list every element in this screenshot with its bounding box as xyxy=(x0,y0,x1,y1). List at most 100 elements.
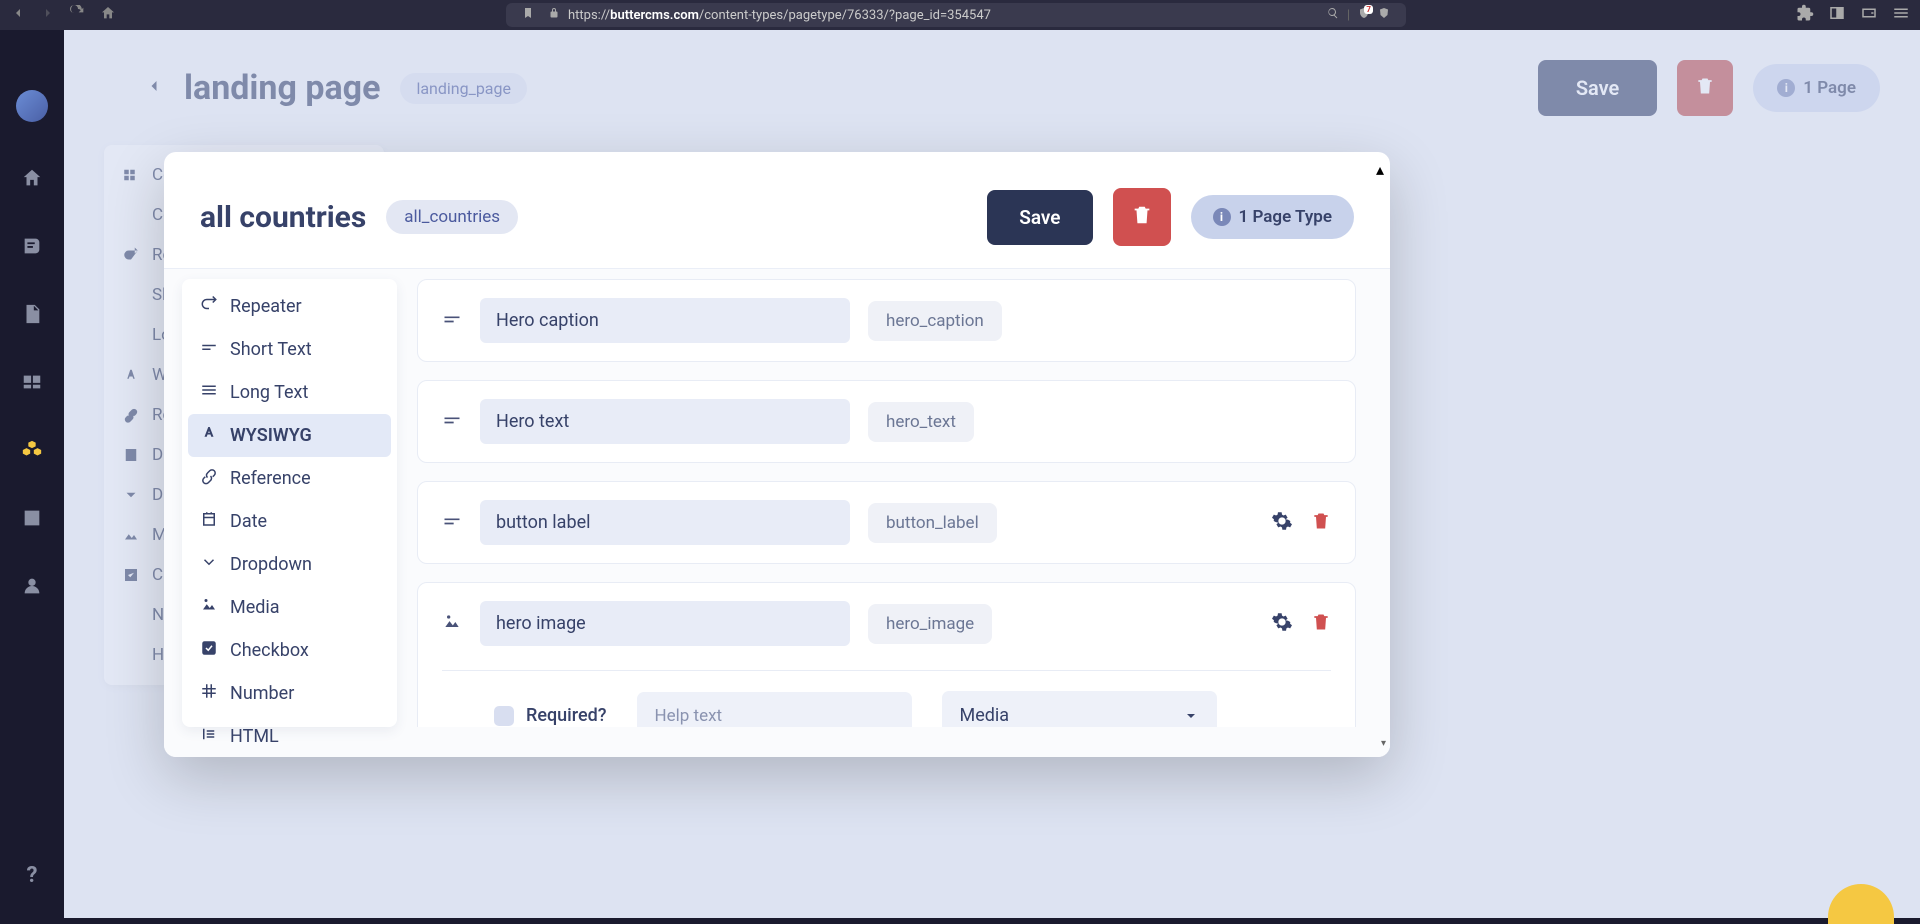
extensions-icon[interactable] xyxy=(1796,4,1814,26)
chevron-down-icon xyxy=(1183,708,1199,724)
nav-media-icon[interactable] xyxy=(20,506,44,530)
field-type-number[interactable]: Number xyxy=(188,672,391,715)
field-type-label: Repeater xyxy=(230,296,302,317)
media-icon xyxy=(200,596,218,619)
save-button[interactable]: Save xyxy=(987,190,1092,245)
field-row: hero_text xyxy=(442,399,1331,444)
field-type-select[interactable]: Media xyxy=(942,691,1217,727)
modal-title: all countries xyxy=(200,200,366,235)
short-icon[interactable] xyxy=(442,410,462,434)
field-settings: Required? Media xyxy=(442,670,1331,727)
delete-button[interactable] xyxy=(1113,188,1171,246)
forward-icon[interactable] xyxy=(40,5,56,25)
field-name-input[interactable] xyxy=(480,500,850,545)
field-type-html[interactable]: HTML xyxy=(188,715,391,757)
left-nav-rail: ? xyxy=(0,30,64,918)
avatar[interactable] xyxy=(16,90,48,122)
brave-shield-icon[interactable]: 7 xyxy=(1358,7,1370,23)
field-slug: button_label xyxy=(868,503,997,543)
trash-icon[interactable] xyxy=(1311,612,1331,636)
scroll-up-icon[interactable]: ▴ xyxy=(1376,160,1386,179)
field-type-label: Media xyxy=(230,597,280,618)
field-row: hero_image xyxy=(442,601,1331,646)
gear-icon[interactable] xyxy=(1271,611,1293,637)
wysiwyg-icon xyxy=(200,424,218,447)
field-type-date[interactable]: Date xyxy=(188,500,391,543)
wallet-icon[interactable] xyxy=(1860,4,1878,26)
brave-logo-icon[interactable] xyxy=(1378,7,1390,23)
short-icon[interactable] xyxy=(442,511,462,535)
field-name-input[interactable] xyxy=(480,601,850,646)
nav-content-types-icon[interactable] xyxy=(20,438,44,462)
short-icon[interactable] xyxy=(442,309,462,333)
repeat-icon xyxy=(200,295,218,318)
chevron-icon xyxy=(200,553,218,576)
field-type-long-text[interactable]: Long Text xyxy=(188,371,391,414)
field-type-label: Number xyxy=(230,683,294,704)
hash-icon xyxy=(200,682,218,705)
field-type-wysiwyg[interactable]: WYSIWYG xyxy=(188,414,391,457)
menu-icon[interactable] xyxy=(1892,4,1910,26)
field-type-label: Long Text xyxy=(230,382,308,403)
panel-icon[interactable] xyxy=(1828,4,1846,26)
fields-list: hero_caption hero_text button_label hero… xyxy=(417,279,1360,727)
field-types-panel: Repeater Short Text Long Text WYSIWYG Refere… xyxy=(182,279,397,727)
field-name-input[interactable] xyxy=(480,399,850,444)
zoom-icon[interactable] xyxy=(1327,7,1339,23)
link-icon xyxy=(200,467,218,490)
field-type-label: Checkbox xyxy=(230,640,309,661)
select-value: Media xyxy=(960,705,1010,726)
field-type-label: Short Text xyxy=(230,339,312,360)
required-toggle[interactable]: Required? xyxy=(494,705,607,726)
nav-pages-icon[interactable] xyxy=(20,302,44,326)
scroll-down-icon[interactable]: ▾ xyxy=(1381,738,1386,749)
url-bar[interactable]: https://buttercms.com/content-types/page… xyxy=(506,3,1406,27)
field-type-reference[interactable]: Reference xyxy=(188,457,391,500)
field-row: hero_caption xyxy=(442,298,1331,343)
browser-toolbar: https://buttercms.com/content-types/page… xyxy=(0,0,1920,30)
nav-home-icon[interactable] xyxy=(20,166,44,190)
field-card: hero_caption xyxy=(417,279,1356,362)
field-slug: hero_caption xyxy=(868,301,1002,341)
component-editor-modal: ▴ ▾ all countries all_countries Save i1 … xyxy=(164,152,1390,757)
long-icon xyxy=(200,381,218,404)
required-label: Required? xyxy=(526,705,607,726)
short-icon xyxy=(200,338,218,361)
field-slug: hero_image xyxy=(868,604,992,644)
field-card: button_label xyxy=(417,481,1356,564)
modal-slug: all_countries xyxy=(386,200,518,234)
field-type-checkbox[interactable]: Checkbox xyxy=(188,629,391,672)
page-type-count-badge[interactable]: i1 Page Type xyxy=(1191,195,1354,239)
nav-users-icon[interactable] xyxy=(20,574,44,598)
modal-header: all countries all_countries Save i1 Page… xyxy=(164,152,1390,268)
field-type-repeater[interactable]: Repeater xyxy=(188,285,391,328)
field-type-label: Dropdown xyxy=(230,554,312,575)
info-icon: i xyxy=(1213,208,1231,226)
trash-icon[interactable] xyxy=(1311,511,1331,535)
nav-blog-icon[interactable] xyxy=(20,234,44,258)
lock-icon xyxy=(548,7,560,23)
field-card: hero_image Required? Media xyxy=(417,582,1356,727)
field-slug: hero_text xyxy=(868,402,974,442)
field-name-input[interactable] xyxy=(480,298,850,343)
field-type-dropdown[interactable]: Dropdown xyxy=(188,543,391,586)
date-icon xyxy=(200,510,218,533)
help-text-input[interactable] xyxy=(637,692,912,728)
gear-icon[interactable] xyxy=(1271,510,1293,536)
help-icon[interactable]: ? xyxy=(27,863,38,888)
bookmark-icon[interactable] xyxy=(522,7,534,23)
reload-icon[interactable] xyxy=(70,5,86,25)
field-card: hero_text xyxy=(417,380,1356,463)
field-type-short-text[interactable]: Short Text xyxy=(188,328,391,371)
checkbox-icon[interactable] xyxy=(494,706,514,726)
field-type-media[interactable]: Media xyxy=(188,586,391,629)
back-icon[interactable] xyxy=(10,5,26,25)
field-type-label: Date xyxy=(230,511,267,532)
url-text: https://buttercms.com/content-types/page… xyxy=(568,8,991,23)
field-type-label: WYSIWYG xyxy=(230,425,312,446)
nav-collections-icon[interactable] xyxy=(20,370,44,394)
home-icon[interactable] xyxy=(100,5,116,25)
media-icon[interactable] xyxy=(442,612,462,636)
html-icon xyxy=(200,725,218,748)
field-row: button_label xyxy=(442,500,1331,545)
